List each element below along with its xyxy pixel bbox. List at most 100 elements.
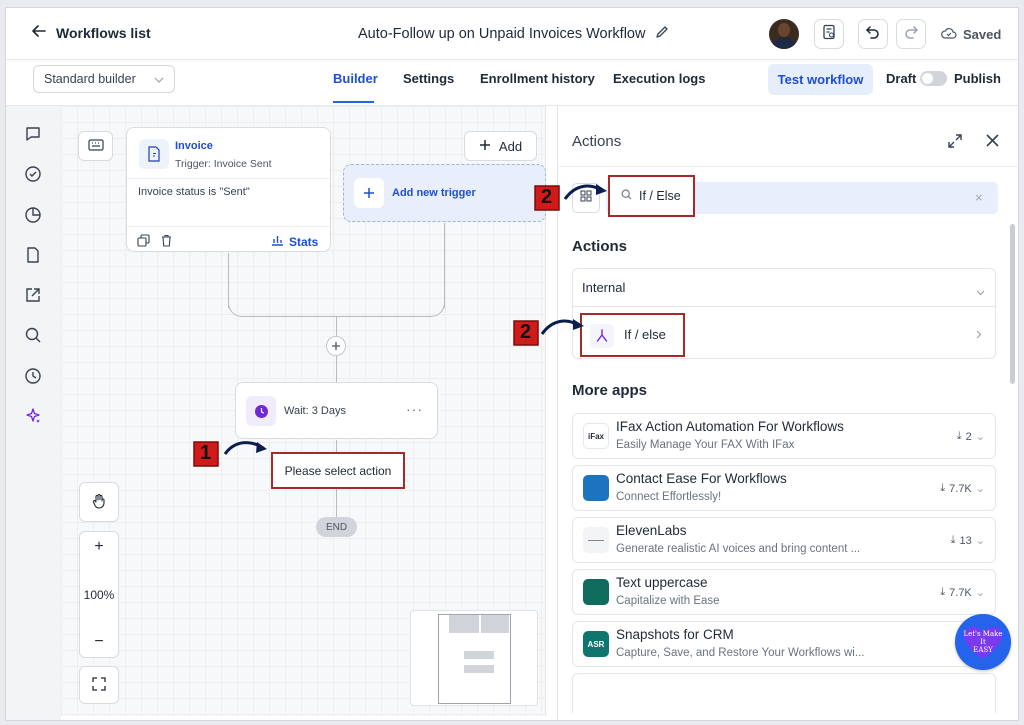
- trigger-title: Invoice: [175, 140, 213, 152]
- watermark-line2: It: [980, 638, 986, 646]
- ifax-logo-icon: iFax: [583, 423, 609, 449]
- app-row-contact-ease[interactable]: Contact Ease For Workflows Connect Effor…: [572, 465, 996, 511]
- search-input[interactable]: If / Else: [608, 175, 695, 217]
- stats-label: Stats: [289, 235, 319, 249]
- copy-icon[interactable]: [137, 234, 150, 252]
- user-avatar[interactable]: [769, 19, 799, 49]
- chevron-down-icon: ⌄: [975, 587, 985, 599]
- expand-icon[interactable]: [947, 133, 963, 154]
- chevron-down-icon: ⌄: [975, 483, 985, 495]
- trigger-card[interactable]: Invoice Trigger: Invoice Sent Invoice st…: [126, 127, 331, 252]
- redo-button[interactable]: [896, 19, 926, 49]
- tab-bar: Standard builder Builder Settings Enroll…: [6, 60, 1018, 106]
- builder-select[interactable]: Standard builder: [33, 65, 175, 93]
- publish-toggle[interactable]: [920, 71, 947, 86]
- app-row-elevenlabs[interactable]: —— ElevenLabs Generate realistic AI voic…: [572, 517, 996, 563]
- app-row-ifax[interactable]: iFax IFax Action Automation For Workflow…: [572, 413, 996, 459]
- pan-tool-button[interactable]: [79, 482, 119, 522]
- arrow-2a-icon: [563, 184, 607, 200]
- keyboard-icon: [87, 138, 104, 154]
- test-workflow-button[interactable]: Test workflow: [768, 64, 873, 95]
- back-to-workflows-link[interactable]: Workflows list: [32, 24, 151, 41]
- trigger-subtitle: Trigger: Invoice Sent: [175, 158, 272, 170]
- zoom-level: 100%: [83, 587, 115, 602]
- internal-label: Internal: [582, 280, 626, 295]
- app-row-snapshots[interactable]: ASR Snapshots for CRM Capture, Save, and…: [572, 621, 996, 667]
- active-tab-indicator: [333, 101, 374, 103]
- elevenlabs-logo-icon: ——: [583, 527, 609, 553]
- clear-search-icon[interactable]: ×: [975, 190, 983, 205]
- close-icon[interactable]: [985, 133, 1000, 153]
- branch-icon: [590, 324, 614, 348]
- undo-button[interactable]: [858, 19, 888, 49]
- snapshots-logo-icon: ASR: [583, 631, 609, 657]
- fullscreen-icon: [92, 676, 106, 694]
- sparkle-icon[interactable]: [23, 406, 43, 426]
- download-icon: ⤓: [940, 586, 946, 598]
- zoom-in-button[interactable]: +: [94, 538, 103, 556]
- select-action-placeholder[interactable]: Please select action: [271, 452, 405, 489]
- app-row-text-uppercase[interactable]: Text uppercase Capitalize with Ease ⤓ 7.7…: [572, 569, 996, 615]
- install-count: ⤓ 2 ⌄: [956, 430, 985, 443]
- internal-group-header[interactable]: Internal: [573, 269, 995, 307]
- pencil-icon[interactable]: [655, 25, 669, 43]
- history-icon[interactable]: [23, 366, 43, 386]
- chat-icon[interactable]: [23, 124, 43, 144]
- app-name: Text uppercase: [616, 575, 708, 590]
- step-marker-1-label: 1: [200, 442, 212, 464]
- builder-select-value: Standard builder: [44, 72, 136, 86]
- add-trigger-card[interactable]: Add new trigger: [343, 164, 546, 222]
- draft-label: Draft: [886, 71, 917, 86]
- if-else-action[interactable]: If / else: [580, 313, 685, 357]
- external-link-icon[interactable]: [23, 285, 43, 305]
- workflow-canvas[interactable]: Invoice Trigger: Invoice Sent Invoice st…: [61, 106, 546, 716]
- document-dollar-icon: [821, 24, 837, 45]
- add-step-button[interactable]: [326, 336, 346, 356]
- more-apps-heading: More apps: [572, 382, 648, 399]
- fit-view-button[interactable]: [79, 666, 119, 704]
- file-icon[interactable]: [23, 245, 43, 265]
- minimap[interactable]: [410, 610, 538, 706]
- install-count: ⤓ 7.7K ⌄: [940, 586, 985, 599]
- panel-scrollbar[interactable]: [1010, 224, 1015, 384]
- install-count: ⤓ 13 ⌄: [950, 534, 985, 547]
- chevron-down-icon: [154, 72, 164, 86]
- app-desc: Generate realistic AI voices and bring c…: [616, 543, 861, 555]
- app-desc: Connect Effortlessly!: [616, 491, 722, 503]
- tab-builder[interactable]: Builder: [333, 71, 378, 86]
- add-button[interactable]: Add: [464, 131, 537, 161]
- redo-icon: [903, 24, 919, 45]
- add-label: Add: [498, 138, 523, 154]
- actions-panel: Actions If / Else × 2 Actions Internal I…: [513, 106, 1018, 720]
- more-options-icon[interactable]: ···: [406, 401, 423, 417]
- search-icon[interactable]: [23, 325, 43, 345]
- app-window: Workflows list Auto-Follow up on Unpaid …: [5, 7, 1019, 721]
- app-row-partial[interactable]: [572, 673, 996, 713]
- download-icon: ⤓: [956, 430, 962, 442]
- invoice-icon: [139, 139, 169, 169]
- app-name: IFax Action Automation For Workflows: [616, 419, 844, 434]
- app-name: ElevenLabs: [616, 523, 687, 538]
- saved-status: Saved: [941, 26, 1001, 43]
- app-desc: Capitalize with Ease: [616, 595, 720, 607]
- stats-button[interactable]: Stats: [271, 233, 318, 251]
- contact-ease-logo-icon: [583, 475, 609, 501]
- keyboard-shortcuts-button[interactable]: [78, 131, 113, 161]
- left-sidebar: [6, 106, 61, 720]
- zoom-out-button[interactable]: −: [94, 633, 103, 651]
- trash-icon[interactable]: [160, 234, 173, 252]
- zoom-controls: + 100% −: [79, 531, 119, 658]
- tab-enrollment-history[interactable]: Enrollment history: [480, 71, 595, 86]
- chevron-right-icon: [976, 326, 982, 344]
- step-marker-2a-label: 2: [541, 186, 553, 208]
- tab-execution-logs[interactable]: Execution logs: [613, 71, 705, 86]
- wait-step-card[interactable]: Wait: 3 Days ···: [235, 382, 438, 439]
- notes-button[interactable]: [814, 19, 844, 49]
- tab-settings[interactable]: Settings: [403, 71, 454, 86]
- pie-chart-icon[interactable]: [23, 205, 43, 225]
- if-else-label: If / else: [624, 327, 666, 342]
- bar-chart-icon: [271, 233, 284, 251]
- cloud-check-icon: [941, 26, 957, 43]
- check-circle-icon[interactable]: [23, 164, 43, 184]
- arrow-2b-icon: [540, 319, 584, 335]
